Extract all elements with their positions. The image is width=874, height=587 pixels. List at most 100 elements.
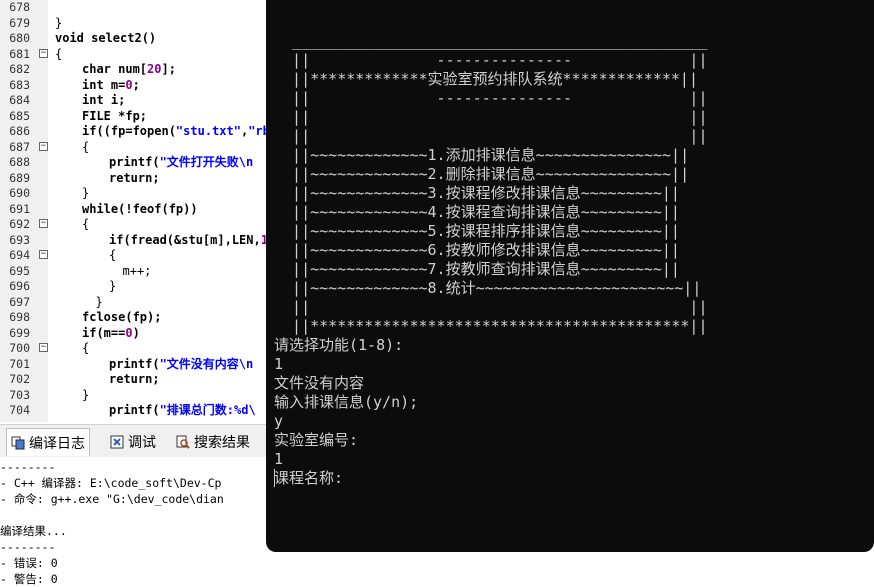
- code-line[interactable]: 687− {: [0, 140, 268, 156]
- code-line[interactable]: 695 m++;: [0, 264, 268, 280]
- tab-label: 编译日志: [29, 435, 85, 452]
- code-line[interactable]: 699 if(m==0): [0, 326, 268, 342]
- console-line: ||~~~~~~~~~~~~~1.添加排课信息~~~~~~~~~~~~~~~||: [274, 146, 690, 164]
- fold-toggle-icon[interactable]: −: [39, 250, 48, 259]
- code-line[interactable]: 693 if(fread(&stu[m],LEN,1: [0, 233, 268, 249]
- code-line[interactable]: 700− {: [0, 341, 268, 357]
- compile-log-icon: [11, 436, 25, 450]
- line-number: 694: [9, 248, 30, 262]
- code-text: }: [95, 294, 103, 309]
- tab-label: 搜索结果: [194, 435, 250, 451]
- code-text: }: [82, 186, 90, 200]
- code-text: {: [109, 248, 117, 262]
- code-line[interactable]: 703}: [0, 388, 268, 404]
- line-number: 700: [9, 341, 30, 355]
- fold-toggle-icon[interactable]: −: [39, 48, 48, 58]
- code-text: fclose(fp);: [82, 310, 162, 324]
- code-text: {: [55, 46, 63, 61]
- code-line[interactable]: 686 if((fp=fopen("stu.txt","rb: [0, 124, 268, 140]
- line-number: 680: [9, 31, 30, 45]
- console-line: ||~~~~~~~~~~~~~7.按教师查询排课信息~~~~~~~~~||: [274, 260, 680, 278]
- code-text: while(!feof(fp)): [82, 201, 198, 216]
- code-line[interactable]: 682 char num[20];: [0, 62, 268, 78]
- console-line: ||**************************************…: [274, 317, 708, 335]
- code-line[interactable]: 683 int m=0;: [0, 78, 268, 94]
- line-number: 702: [9, 372, 30, 386]
- code-line[interactable]: 694− {: [0, 248, 268, 264]
- code-line[interactable]: 691 while(!feof(fp)): [0, 202, 268, 218]
- code-text: return;: [109, 170, 160, 185]
- tab-debug[interactable]: 调试: [110, 431, 156, 453]
- code-line[interactable]: 698 fclose(fp);: [0, 310, 268, 326]
- console-line: 文件没有内容: [274, 374, 365, 392]
- console-line: ||~~~~~~~~~~~~~4.按课程查询排课信息~~~~~~~~~||: [274, 203, 680, 221]
- tab-compile-log[interactable]: 编译日志: [6, 428, 90, 456]
- console-line: ||*************实验室预约排队系统*************||: [274, 70, 698, 88]
- code-line[interactable]: 701 printf("文件没有内容\n: [0, 357, 268, 373]
- console-line: 课程名称:: [274, 469, 344, 487]
- console-line: 实验室编号:: [274, 431, 359, 449]
- tab-search-results[interactable]: 搜索结果: [176, 431, 250, 453]
- code-line[interactable]: 702 return;: [0, 372, 268, 388]
- line-number: 691: [9, 201, 30, 216]
- line-number: 693: [9, 232, 30, 247]
- code-text: if((fp=fopen("stu.txt","rb: [82, 124, 268, 138]
- line-number: 701: [9, 356, 30, 371]
- console-line: || --------------- ||: [274, 89, 708, 107]
- code-text: {: [82, 341, 90, 355]
- fold-toggle-icon[interactable]: −: [39, 219, 48, 228]
- code-editor[interactable]: 678 679} 680 void select2() 681−{682 char num…: [0, 0, 268, 422]
- fold-toggle-icon[interactable]: −: [39, 343, 48, 352]
- compile-log-output: -------- - C++ 编译器: E:\code_soft\Dev-Cp - …: [0, 457, 268, 586]
- console-line: ||~~~~~~~~~~~~~2.删除排课信息~~~~~~~~~~~~~~~||: [274, 165, 690, 183]
- code-line[interactable]: 680 void select2(): [0, 31, 268, 47]
- line-number: 695: [9, 263, 30, 278]
- console-line: 输入排课信息(y/n);: [274, 393, 419, 411]
- line-number: 698: [9, 310, 30, 324]
- console-window[interactable]: ________________________________________…: [266, 0, 874, 552]
- code-text: {: [82, 217, 90, 231]
- code-text: if(fread(&stu[m],LEN,1: [109, 232, 268, 247]
- debug-icon: [110, 435, 124, 449]
- code-text: return;: [109, 372, 160, 386]
- code-text: }: [55, 15, 63, 30]
- code-line[interactable]: 678: [0, 0, 268, 16]
- code-line[interactable]: 685 FILE *fp;: [0, 109, 268, 125]
- code-line[interactable]: 681−{: [0, 47, 268, 63]
- code-line[interactable]: 692− {: [0, 217, 268, 233]
- log-line: - 错误: 0: [0, 556, 58, 570]
- code-text: printf("文件没有内容\n: [109, 356, 254, 371]
- code-line[interactable]: 679}: [0, 16, 268, 32]
- code-line[interactable]: 704 printf("排课总门数:%d\: [0, 403, 268, 419]
- code-line[interactable]: 684 int i;: [0, 93, 268, 109]
- code-text: m++;: [122, 263, 152, 278]
- line-number: 703: [9, 387, 30, 402]
- line-number: 696: [9, 279, 30, 293]
- code-line[interactable]: 688 printf("文件打开失败\n: [0, 155, 268, 171]
- log-line: --------: [0, 460, 56, 474]
- line-number: 684: [9, 93, 30, 107]
- code-line[interactable]: 697}: [0, 295, 268, 311]
- line-number: 685: [9, 108, 30, 123]
- code-text: {: [82, 139, 90, 154]
- line-number: 683: [9, 77, 30, 92]
- code-line[interactable]: 689 return;: [0, 171, 268, 187]
- log-line: 编译结果...: [0, 524, 67, 538]
- line-number: 682: [9, 62, 30, 76]
- console-line: y: [274, 412, 284, 430]
- line-number: 690: [9, 186, 30, 200]
- console-line: || ||: [274, 108, 708, 126]
- console-line: ||~~~~~~~~~~~~~3.按课程修改排课信息~~~~~~~~~||: [274, 184, 680, 202]
- search-results-icon: [176, 435, 190, 449]
- log-line: - C++ 编译器: E:\code_soft\Dev-Cp: [0, 476, 222, 490]
- fold-toggle-icon[interactable]: −: [39, 141, 48, 151]
- code-text: }: [82, 387, 90, 402]
- line-number: 689: [9, 170, 30, 185]
- code-line[interactable]: 696}: [0, 279, 268, 295]
- log-line: - 命令: g++.exe "G:\dev_code\dian: [0, 492, 224, 506]
- code-text: int i;: [82, 93, 126, 107]
- console-line: ||~~~~~~~~~~~~~5.按课程排序排课信息~~~~~~~~~||: [274, 222, 680, 240]
- code-line[interactable]: 690}: [0, 186, 268, 202]
- console-line: 1: [274, 450, 284, 468]
- code-text: void select2(): [55, 31, 157, 45]
